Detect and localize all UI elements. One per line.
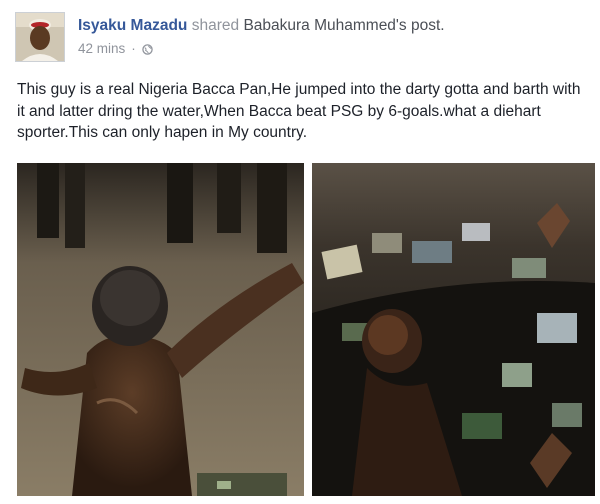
shared-post: Isyaku Mazadu shared Babakura Muhammed's… [0, 0, 600, 504]
post-header: Isyaku Mazadu shared Babakura Muhammed's… [78, 17, 445, 35]
author-avatar[interactable] [15, 12, 65, 62]
meta-separator: · [131, 41, 136, 56]
original-poster-link[interactable]: Babakura Muhammed's post. [243, 17, 444, 34]
post-body-text: This guy is a real Nigeria Bacca Pan,He … [17, 81, 581, 141]
share-verb: shared [191, 17, 240, 34]
man-in-gutter-photo[interactable] [312, 163, 595, 496]
man-raising-arms-photo[interactable] [17, 163, 304, 496]
post-meta: 42 mins · [78, 41, 153, 56]
author-name-link[interactable]: Isyaku Mazadu [78, 17, 187, 34]
globe-icon[interactable] [142, 43, 153, 55]
timestamp-link[interactable]: 42 mins [78, 41, 125, 56]
